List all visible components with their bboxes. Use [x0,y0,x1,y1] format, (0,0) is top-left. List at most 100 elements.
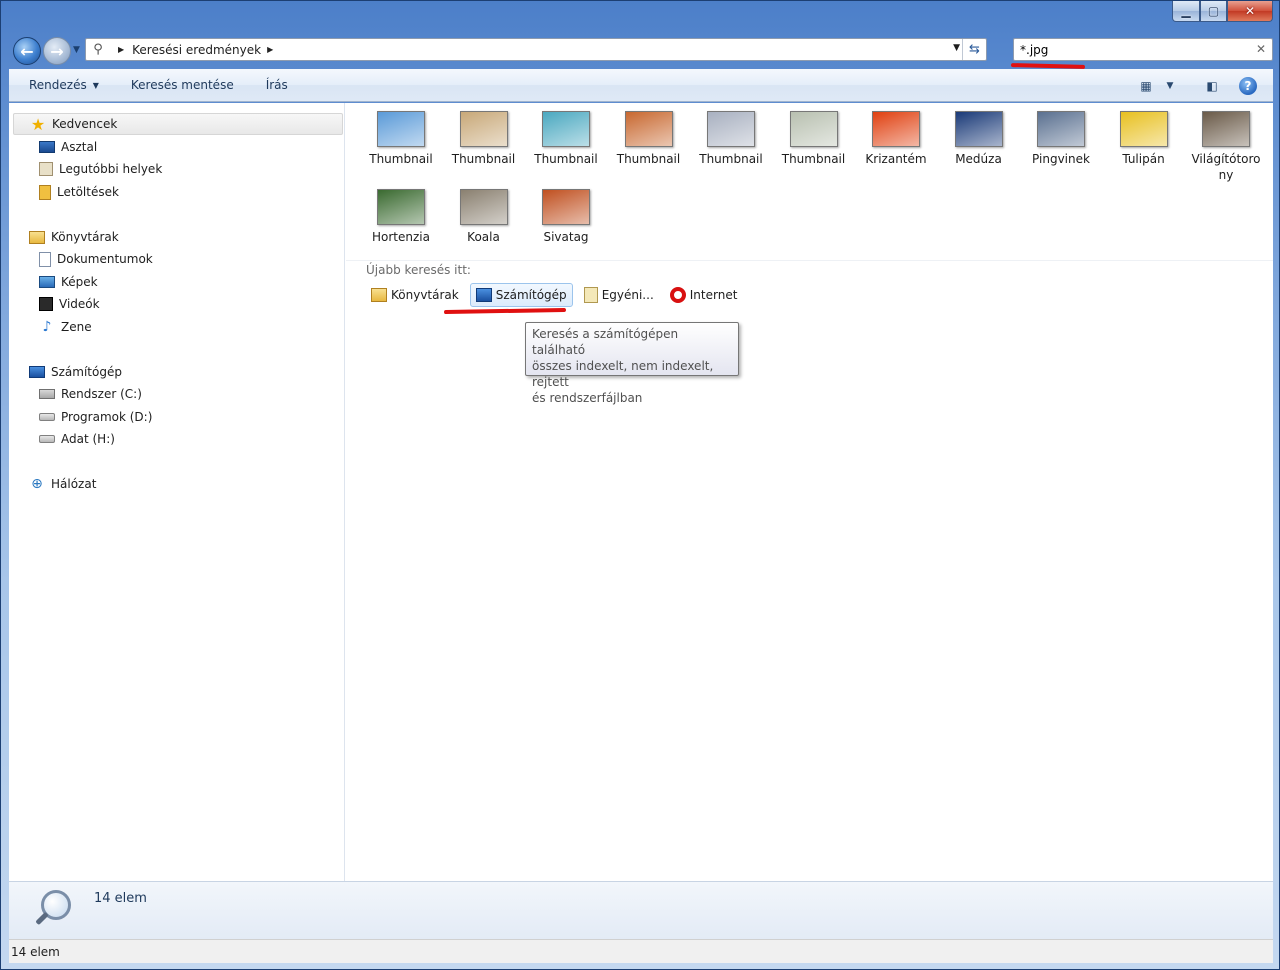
nav-item-drive-h[interactable]: Adat (H:) [39,428,115,450]
tooltip-line: összes indexelt, nem indexelt, rejtett [532,359,714,389]
result-item[interactable]: Thumbnail [690,103,772,179]
search-box[interactable]: ✕ [1013,38,1273,61]
recent-pages-dropdown[interactable]: ▼ [73,45,80,55]
nav-item-label: Dokumentumok [57,252,153,266]
result-item[interactable]: Thumbnail [773,103,855,179]
result-item[interactable]: Pingvinek [1020,103,1102,179]
image-thumbnail [872,111,920,147]
save-search-button[interactable]: Keresés mentése [131,78,234,92]
result-item[interactable]: Thumbnail [360,103,442,179]
result-item[interactable]: Hortenzia [360,181,442,257]
nav-item-desktop[interactable]: Asztal [39,136,97,158]
result-item-label: Világítótoro [1191,152,1261,166]
nav-item-downloads[interactable]: Letöltések [39,181,119,203]
clear-search-icon[interactable]: ✕ [1256,42,1266,56]
nav-item-documents[interactable]: Dokumentumok [39,248,153,270]
save-search-label: Keresés mentése [130,78,234,92]
nav-item-drive-c[interactable]: Rendszer (C:) [39,383,142,405]
result-item[interactable]: Thumbnail [525,103,607,179]
organize-button[interactable]: Rendezés ▼ [29,78,99,92]
search-again-option-label: Könyvtárak [391,288,459,302]
address-dropdown-icon[interactable]: ▼ [953,43,960,53]
libraries-icon [29,230,45,244]
navigation-pane: ★ Kedvencek Asztal Legutóbbi helyek Letö… [9,103,345,881]
result-item[interactable]: Krizantém [855,103,937,179]
burn-label: Írás [265,78,288,92]
result-item[interactable]: Sivatag [525,181,607,257]
nav-computer[interactable]: Számítógép [13,361,343,383]
change-view-icon[interactable]: ▦ [1135,77,1157,95]
result-item[interactable]: Tulipán [1103,103,1185,179]
nav-item-label: Asztal [61,140,98,154]
drive-icon [39,435,55,443]
preview-pane-icon[interactable]: ◧ [1201,77,1223,95]
view-options-chevron-icon[interactable]: ▼ [1159,77,1181,95]
search-again-internet-button[interactable]: Internet [665,283,743,307]
arrow-left-icon: ← [20,41,34,61]
result-item[interactable]: Világítótoro ny [1185,103,1267,182]
image-thumbnail [954,111,1003,147]
window-controls: ▁ ▢ ✕ [1172,1,1273,22]
result-item-label: Thumbnail [451,152,516,166]
details-item-count: 14 elem [94,891,147,906]
nav-libraries[interactable]: Könyvtárak [13,226,343,248]
search-again-libraries-button[interactable]: Könyvtárak [366,283,464,307]
nav-item-pictures[interactable]: Képek [39,271,98,293]
image-thumbnail [1037,111,1085,147]
pictures-icon [39,276,55,288]
burn-button[interactable]: Írás [266,78,288,92]
result-item-label: Thumbnail [616,152,681,166]
result-item-label: Koala [467,230,500,244]
result-item[interactable]: Medúza [938,103,1020,179]
result-item-label: Thumbnail [534,152,598,166]
nav-item-label: Zene [61,320,92,334]
nav-computer-label: Számítógép [51,365,122,379]
minimize-icon: ▁ [1181,4,1191,18]
search-again-computer-button[interactable]: Számítógép [469,283,573,307]
nav-item-drive-d[interactable]: Programok (D:) [39,406,152,428]
breadcrumb-chevron-icon[interactable]: ▶ [267,45,273,54]
search-icon: ⚲ [93,42,103,57]
search-again-options: Könyvtárak Számítógép Egyéni... Internet [366,283,748,307]
nav-network-label: Hálózat [51,477,97,491]
minimize-button[interactable]: ▁ [1172,1,1200,22]
nav-favorites-label: Kedvencek [52,117,118,131]
image-thumbnail [789,111,838,147]
maximize-icon: ▢ [1207,4,1220,18]
refresh-icon[interactable]: ⇆ [962,39,986,60]
address-bar[interactable]: ⚲ ▶ Keresési eredmények ▶ ▼ ⇆ [85,38,987,61]
result-item-label: Tulipán [1122,152,1165,166]
tooltip-line: Keresés a számítógépen található [532,327,679,357]
command-bar: Rendezés ▼ Keresés mentése Írás ▦ ▼ ◧ ? [9,69,1273,102]
recent-places-icon [39,162,53,176]
back-button[interactable]: ← [13,37,41,65]
nav-item-videos[interactable]: Videók [39,293,100,315]
documents-icon [39,251,51,267]
maximize-button[interactable]: ▢ [1200,1,1227,22]
result-item[interactable]: Thumbnail [443,103,525,179]
magnifier-icon [33,888,73,934]
result-item[interactable]: Thumbnail [608,103,690,179]
close-button[interactable]: ✕ [1227,1,1273,22]
arrow-right-icon: → [50,41,64,61]
nav-item-recent-places[interactable]: Legutóbbi helyek [39,158,162,180]
image-thumbnail [1119,111,1168,147]
breadcrumb-chevron-icon[interactable]: ▶ [118,45,124,54]
nav-network[interactable]: ⊕ Hálózat [13,473,343,495]
desktop-icon [39,141,55,153]
tooltip-line: és rendszerfájlban [532,391,643,405]
search-again-custom-button[interactable]: Egyéni... [579,283,659,307]
main-area: ★ Kedvencek Asztal Legutóbbi helyek Letö… [9,103,1273,881]
status-item-count: 14 elem [11,944,60,959]
view-controls: ▦ ▼ ◧ ? [1129,69,1273,102]
nav-item-music[interactable]: ♪ Zene [39,316,92,338]
help-icon[interactable]: ? [1239,76,1257,95]
search-again-option-label: Egyéni... [601,288,654,302]
search-input[interactable] [1020,42,1240,57]
result-item[interactable]: Koala [443,181,525,257]
search-again-option-label: Internet [689,288,738,302]
breadcrumb-search-results[interactable]: Keresési eredmények [132,43,261,57]
nav-favorites[interactable]: ★ Kedvencek [13,113,343,135]
nav-item-label: Programok (D:) [61,410,153,424]
forward-button[interactable]: → [43,37,71,65]
